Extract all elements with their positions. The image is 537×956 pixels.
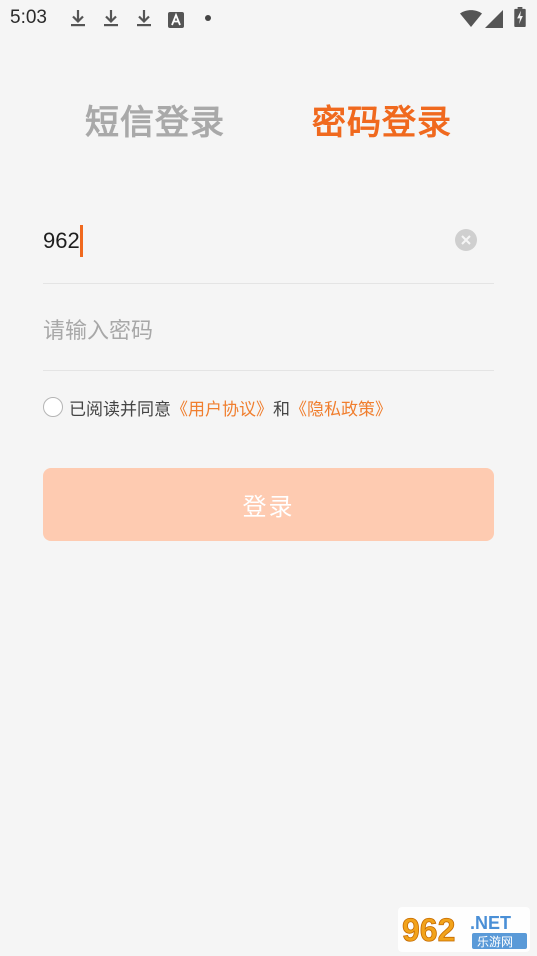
text-caret [80,225,83,257]
svg-text:962: 962 [402,912,455,948]
user-agreement-link[interactable]: 《用户协议》 [171,395,273,420]
wifi-icon [460,10,482,27]
password-input-placeholder: 请输入密码 [43,319,154,344]
phone-input-value: 962 [43,228,80,253]
svg-text:.NET: .NET [470,913,511,933]
svg-text:乐游网: 乐游网 [477,935,513,949]
privacy-policy-link[interactable]: 《隐私政策》 [290,395,392,420]
cell-signal-icon [485,10,503,28]
agreement-conjunction: 和 [273,399,290,420]
download-icon [71,10,85,27]
agreement-checkbox[interactable] [43,397,63,417]
agreement-text: 已阅读并同意 [69,399,171,420]
phone-input[interactable]: 962 [43,215,494,284]
password-input[interactable]: 请输入密码 [43,300,494,371]
status-bar: 5:03 [0,0,537,36]
dot-icon [205,15,211,21]
download-icon [137,10,151,27]
status-time: 5:03 [10,7,47,28]
tab-sms-login[interactable]: 短信登录 [85,95,225,144]
tab-password-login[interactable]: 密码登录 [312,95,452,144]
download-icon [104,10,118,27]
agreement-row: 已阅读并同意 《用户协议》 和 《隐私政策》 [43,394,392,420]
login-button[interactable]: 登录 [43,468,494,541]
clear-icon[interactable] [455,229,477,251]
accessibility-a-icon [168,12,184,28]
battery-charging-icon [514,7,526,27]
watermark-logo: 962 .NET 乐游网 [398,907,530,952]
